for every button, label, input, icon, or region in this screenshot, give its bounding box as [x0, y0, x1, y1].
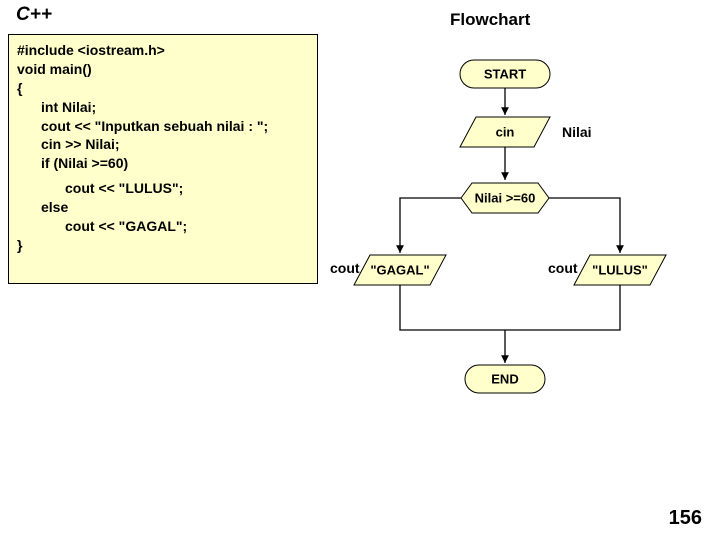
decision-label: Nilai >=60	[475, 190, 536, 205]
code-line: }	[17, 236, 309, 255]
start-label: START	[484, 66, 526, 81]
gagal-label: "GAGAL"	[370, 262, 429, 277]
cpp-heading: C++	[16, 4, 52, 26]
nilai-label: Nilai	[562, 124, 592, 140]
flowchart-svg: START cin Nilai Nilai >=60 "GAGAL" cout …	[330, 55, 720, 495]
code-line: int Nilai;	[17, 98, 309, 117]
cout-left-label: cout	[330, 260, 360, 276]
cout-right-label: cout	[548, 260, 578, 276]
page-number: 156	[669, 507, 702, 530]
code-line: cout << "LULUS";	[17, 179, 309, 198]
flowchart-heading: Flowchart	[450, 10, 530, 30]
code-line: #include <iostream.h>	[17, 41, 309, 60]
code-line: cout << "Inputkan sebuah nilai : ";	[17, 117, 309, 136]
code-line: void main()	[17, 60, 309, 79]
code-line: cin >> Nilai;	[17, 135, 309, 154]
code-line: cout << "GAGAL";	[17, 217, 309, 236]
code-line: else	[17, 198, 309, 217]
end-label: END	[491, 371, 518, 386]
lulus-label: "LULUS"	[592, 262, 648, 277]
code-line: if (Nilai >=60)	[17, 154, 309, 173]
cin-label: cin	[496, 124, 515, 139]
code-box: #include <iostream.h> void main() { int …	[8, 34, 318, 284]
code-line: {	[17, 79, 309, 98]
